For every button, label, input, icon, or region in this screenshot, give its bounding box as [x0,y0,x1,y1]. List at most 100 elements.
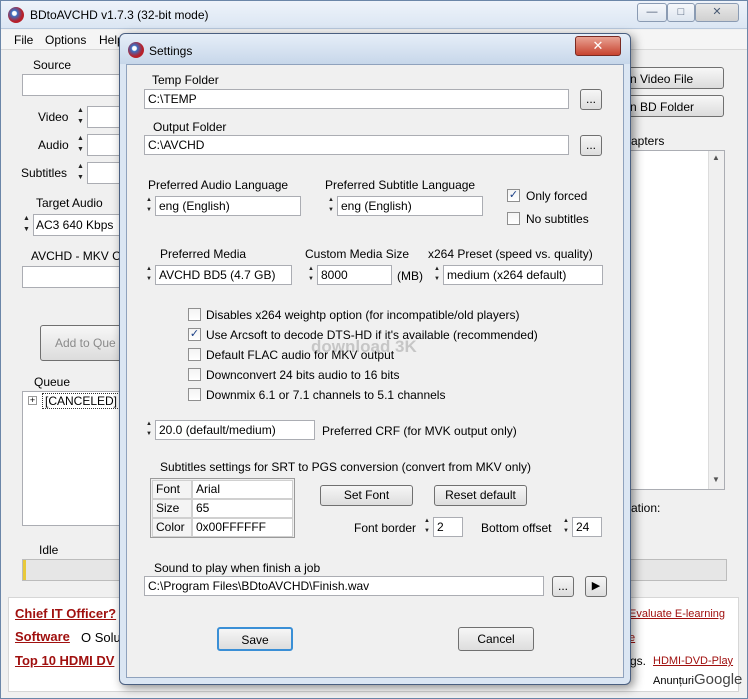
temp-folder-field[interactable]: C:\TEMP [144,89,569,109]
disable-weightp-label: Disables x264 weightp option (for incomp… [206,308,520,322]
target-audio-spinner[interactable] [23,214,32,236]
preferred-media-field[interactable]: AVCHD BD5 (4.7 GB) [155,265,292,285]
subtitles-spinner[interactable] [77,162,86,184]
temp-folder-browse-button[interactable]: ... [580,89,602,110]
font-property-grid[interactable]: Font Arial Size 65 Color 0x00FFFFFF [150,478,295,538]
grid-size-value[interactable]: 65 [192,499,293,518]
font-border-field[interactable]: 2 [433,517,463,537]
video-field[interactable] [87,106,122,128]
cancel-button[interactable]: Cancel [458,627,534,651]
audio-language-field[interactable]: eng (English) [155,196,301,216]
watermark: download 3K [311,337,417,356]
maximize-button[interactable]: □ [667,3,695,22]
target-audio-label: Target Audio [36,196,103,210]
google-logo[interactable]: Google [694,671,742,688]
grid-color-name: Color [152,518,192,537]
chapters-list[interactable]: ▲ ▼ [621,150,725,490]
scroll-up-icon[interactable]: ▲ [712,153,720,162]
subtitle-language-field[interactable]: eng (English) [337,196,483,216]
output-folder-label: Output Folder [153,120,227,134]
dialog-titlebar: Settings ✕ [120,34,630,64]
avchd-mkv-field[interactable] [22,266,122,288]
output-folder-browse-button[interactable]: ... [580,135,602,156]
main-close-button[interactable]: ✕ [695,3,739,22]
ad-link-elearning[interactable]: Evaluate E-learning [629,608,725,620]
main-titlebar: BDtoAVCHD v1.7.3 (32-bit mode) — □ ✕ [1,1,747,29]
scroll-down-icon[interactable]: ▼ [712,475,720,484]
crf-spinner[interactable] [146,420,155,440]
save-button[interactable]: Save [217,627,293,651]
ad-link-software[interactable]: Software [15,629,70,644]
queue-item[interactable]: [CANCELED] [42,393,121,409]
bottom-offset-spinner[interactable] [563,517,572,537]
minimize-button[interactable]: — [637,3,667,22]
audio-language-spinner[interactable] [146,196,155,216]
output-folder-field[interactable]: C:\AVCHD [144,135,569,155]
expand-icon[interactable]: + [28,396,37,405]
open-bd-folder-button[interactable]: n BD Folder [621,95,724,117]
queue-label: Queue [34,375,71,389]
no-subtitles-checkbox[interactable] [507,212,520,225]
dialog-body: Temp Folder C:\TEMP ... Output Folder C:… [126,64,624,678]
bottom-offset-field[interactable]: 24 [572,517,602,537]
downconvert-24bit-checkbox[interactable] [188,368,201,381]
play-sound-button[interactable]: ▶ [585,576,607,597]
queue-list[interactable]: + [CANCELED] [22,391,122,526]
progress-fill [23,560,26,580]
chapters-scrollbar[interactable]: ▲ ▼ [708,151,724,489]
source-label: Source [33,58,72,72]
ad-text-software: O Solu [81,630,121,645]
only-forced-checkbox[interactable]: ✓ [507,189,520,202]
audio-spinner[interactable] [77,134,86,156]
custom-size-field[interactable]: 8000 [317,265,392,285]
dialog-close-button[interactable]: ✕ [575,36,621,56]
subtitle-language-label: Preferred Subtitle Language [325,178,476,192]
ad-link-chief-it[interactable]: Chief IT Officer? [15,606,116,621]
preferred-media-spinner[interactable] [146,265,155,285]
grid-font-name: Font [152,480,192,499]
bottom-offset-label: Bottom offset [481,521,552,535]
grid-font-value[interactable]: Arial [192,480,293,499]
add-to-queue-button[interactable]: Add to Que [40,325,122,361]
reset-default-button[interactable]: Reset default [434,485,527,506]
target-audio-field[interactable]: AC3 640 Kbps [33,214,122,236]
disable-weightp-checkbox[interactable] [188,308,201,321]
grid-size-name: Size [152,499,192,518]
ad-link-hdmi-dvd[interactable]: HDMI-DVD-Play [653,655,733,667]
avchd-mkv-label: AVCHD - MKV C [31,249,121,263]
ad-link-hdmi[interactable]: Top 10 HDMI DV [15,653,114,668]
menu-options[interactable]: Options [45,33,86,47]
x264-preset-field[interactable]: medium (x264 default) [443,265,603,285]
subtitles-field[interactable] [87,162,122,184]
x264-preset-label: x264 Preset (speed vs. quality) [428,247,593,261]
menu-file[interactable]: File [14,33,33,47]
sound-browse-button[interactable]: ... [552,576,574,597]
chapters-label: apters [631,134,665,148]
open-video-file-button[interactable]: n Video File [621,67,724,89]
x264-preset-spinner[interactable] [434,265,443,285]
audio-label: Audio [38,138,69,152]
app-icon [8,7,24,23]
video-spinner[interactable] [77,106,86,128]
sound-label: Sound to play when finish a job [154,561,321,575]
default-flac-checkbox[interactable] [188,348,201,361]
source-field[interactable] [22,74,122,96]
settings-dialog: Settings ✕ Temp Folder C:\TEMP ... Outpu… [119,33,631,685]
video-label: Video [38,110,69,124]
temp-folder-label: Temp Folder [152,73,219,87]
srt-section-title: Subtitles settings for SRT to PGS conver… [160,460,532,474]
custom-size-unit: (MB) [397,269,423,283]
downmix-label: Downmix 6.1 or 7.1 channels to 5.1 chann… [206,388,446,402]
subtitle-language-spinner[interactable] [328,196,337,216]
use-arcsoft-checkbox[interactable]: ✓ [188,328,201,341]
set-font-button[interactable]: Set Font [320,485,413,506]
custom-size-spinner[interactable] [308,265,317,285]
ad-text-gs: gs. [630,654,647,668]
dialog-title: Settings [149,44,193,58]
font-border-spinner[interactable] [424,517,433,537]
grid-color-value[interactable]: 0x00FFFFFF [192,518,293,537]
sound-file-field[interactable]: C:\Program Files\BDtoAVCHD\Finish.wav [144,576,544,596]
crf-field[interactable]: 20.0 (default/medium) [155,420,315,440]
downmix-checkbox[interactable] [188,388,201,401]
audio-field[interactable] [87,134,122,156]
